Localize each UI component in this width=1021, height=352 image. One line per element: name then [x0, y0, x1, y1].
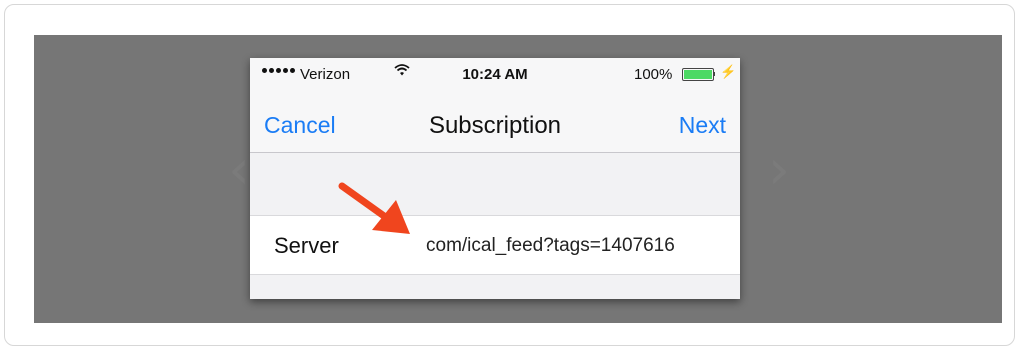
- charging-bolt-icon: ⚡: [720, 64, 737, 79]
- server-input[interactable]: [426, 235, 726, 257]
- server-row[interactable]: Server: [250, 215, 740, 275]
- battery-cap: [713, 72, 715, 76]
- status-bar: Verizon 10:24 AM 100% ⚡: [250, 58, 740, 92]
- annotation-arrow-icon: [338, 182, 410, 234]
- next-button[interactable]: Next: [679, 112, 726, 139]
- battery-percent: 100%: [634, 66, 673, 83]
- ios-screen: Verizon 10:24 AM 100% ⚡ Cancel Subscript…: [250, 58, 740, 299]
- navigation-bar: Cancel Subscription Next: [250, 92, 740, 153]
- battery-icon: [682, 68, 714, 81]
- page-title: Subscription: [428, 112, 562, 139]
- chevron-right-icon: ›: [768, 138, 790, 201]
- server-label: Server: [274, 233, 339, 258]
